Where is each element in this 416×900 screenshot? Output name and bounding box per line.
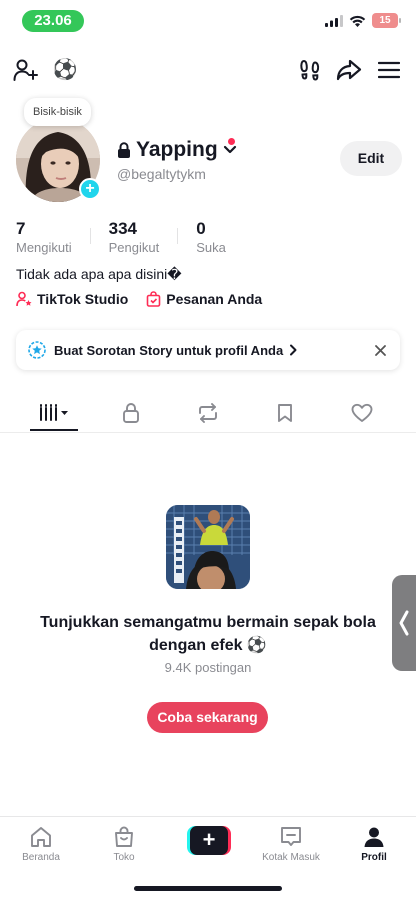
menu-button[interactable] <box>373 54 405 86</box>
orders-label: Pesanan Anda <box>166 291 263 307</box>
side-panel-handle[interactable] <box>392 575 416 671</box>
shopping-bag-icon <box>146 291 161 307</box>
emoji-button[interactable]: ⚽ <box>49 54 81 86</box>
nav-profile[interactable]: Profil <box>339 825 409 863</box>
chevron-right-icon <box>290 344 297 356</box>
tab-reposts[interactable] <box>178 393 238 432</box>
banner-text: Buat Sorotan Story untuk profil Anda <box>54 342 284 358</box>
plus-icon: + <box>190 826 228 855</box>
wifi-icon <box>349 15 366 27</box>
notification-dot <box>228 138 235 145</box>
tiktok-studio-label: TikTok Studio <box>37 291 129 307</box>
nav-home[interactable]: Beranda <box>6 825 76 863</box>
bookmark-icon <box>278 403 292 422</box>
footprint-button[interactable] <box>294 54 326 86</box>
tiktok-studio-link[interactable]: TikTok Studio <box>16 291 128 307</box>
nav-label: Toko <box>113 852 135 863</box>
profile-icon <box>364 827 384 847</box>
stat-value: 334 <box>108 219 138 238</box>
soccer-ball-icon: ⚽ <box>52 59 78 81</box>
tab-private[interactable] <box>101 393 161 432</box>
stat-label: Suka <box>196 240 226 255</box>
grid-bars-icon <box>40 403 68 421</box>
stat-label: Mengikuti <box>16 240 72 255</box>
creator-icon <box>16 291 32 307</box>
heart-icon <box>351 403 373 422</box>
banner-close-button[interactable] <box>370 340 390 360</box>
stat-followers[interactable]: 334 Pengikut <box>109 219 160 256</box>
name-row[interactable]: Yapping <box>117 138 237 162</box>
add-story-plus-icon[interactable]: + <box>79 178 101 200</box>
home-icon <box>31 827 51 847</box>
stat-following[interactable]: 7 Mengikuti <box>16 219 72 256</box>
share-button[interactable] <box>333 54 365 86</box>
promo-title: Tunjukkan semangatmu bermain sepak bola … <box>0 611 416 657</box>
signal-icon <box>325 14 343 27</box>
nav-inbox[interactable]: Kotak Masuk <box>256 825 326 863</box>
nav-label: Kotak Masuk <box>262 852 320 863</box>
active-tab-indicator <box>30 429 78 431</box>
edit-profile-button[interactable]: Edit <box>340 141 402 176</box>
top-nav: ⚽ <box>0 54 416 90</box>
add-friend-button[interactable] <box>10 54 42 86</box>
story-highlight-banner[interactable]: Buat Sorotan Story untuk profil Anda <box>16 330 400 370</box>
tab-videos[interactable] <box>24 393 84 432</box>
tab-saved[interactable] <box>255 393 315 432</box>
stat-value: 0 <box>196 219 206 238</box>
promo-title-line-1: Tunjukkan semangatmu bermain sepak bola <box>40 614 376 631</box>
story-star-icon <box>28 341 46 359</box>
profile-links: TikTok Studio Pesanan Anda <box>16 291 262 307</box>
home-indicator <box>134 886 282 891</box>
lock-icon <box>118 142 130 158</box>
stat-label: Pengikut <box>108 240 160 255</box>
footprints-icon <box>300 59 320 81</box>
tab-liked[interactable] <box>332 393 392 432</box>
status-time: 23.06 <box>22 10 84 32</box>
try-now-button[interactable]: Coba sekarang <box>147 702 268 733</box>
status-icons: 15 <box>325 13 401 28</box>
effect-preview-image <box>166 505 250 589</box>
profile-tabs <box>0 393 416 433</box>
share-icon <box>336 59 362 81</box>
whisper-bubble[interactable]: Bisik-bisik <box>24 98 91 126</box>
nav-label: Beranda <box>22 852 60 863</box>
stat-divider <box>89 228 91 244</box>
create-button[interactable]: + <box>187 826 231 855</box>
profile-bio: Tidak ada apa apa disini� <box>16 266 182 282</box>
add-user-icon <box>13 59 38 81</box>
promo-title-line-2: dengan efek ⚽ <box>149 637 267 654</box>
stat-divider <box>177 228 179 244</box>
battery-icon: 15 <box>372 13 401 28</box>
effect-thumbnail[interactable] <box>166 505 250 589</box>
inbox-icon <box>281 827 301 846</box>
hamburger-menu-icon <box>378 61 400 79</box>
close-icon <box>374 344 386 356</box>
lock-icon <box>123 403 139 423</box>
chevron-left-icon <box>399 610 409 636</box>
profile-stats: 7 Mengikuti 334 Pengikut 0 Suka <box>16 219 226 256</box>
chevron-down-icon <box>223 145 236 154</box>
repost-icon <box>199 402 217 423</box>
orders-link[interactable]: Pesanan Anda <box>146 291 262 307</box>
nav-label: Profil <box>361 852 387 863</box>
promo-post-count: 9.4K postingan <box>164 660 252 675</box>
stat-likes[interactable]: 0 Suka <box>196 219 226 256</box>
profile-name: Yapping <box>136 138 218 161</box>
nav-shop[interactable]: Toko <box>89 825 159 863</box>
stat-value: 7 <box>16 219 26 238</box>
shop-bag-icon <box>115 826 133 847</box>
status-bar: 23.06 15 <box>0 0 416 44</box>
profile-handle: @begaltytykm <box>117 166 206 182</box>
